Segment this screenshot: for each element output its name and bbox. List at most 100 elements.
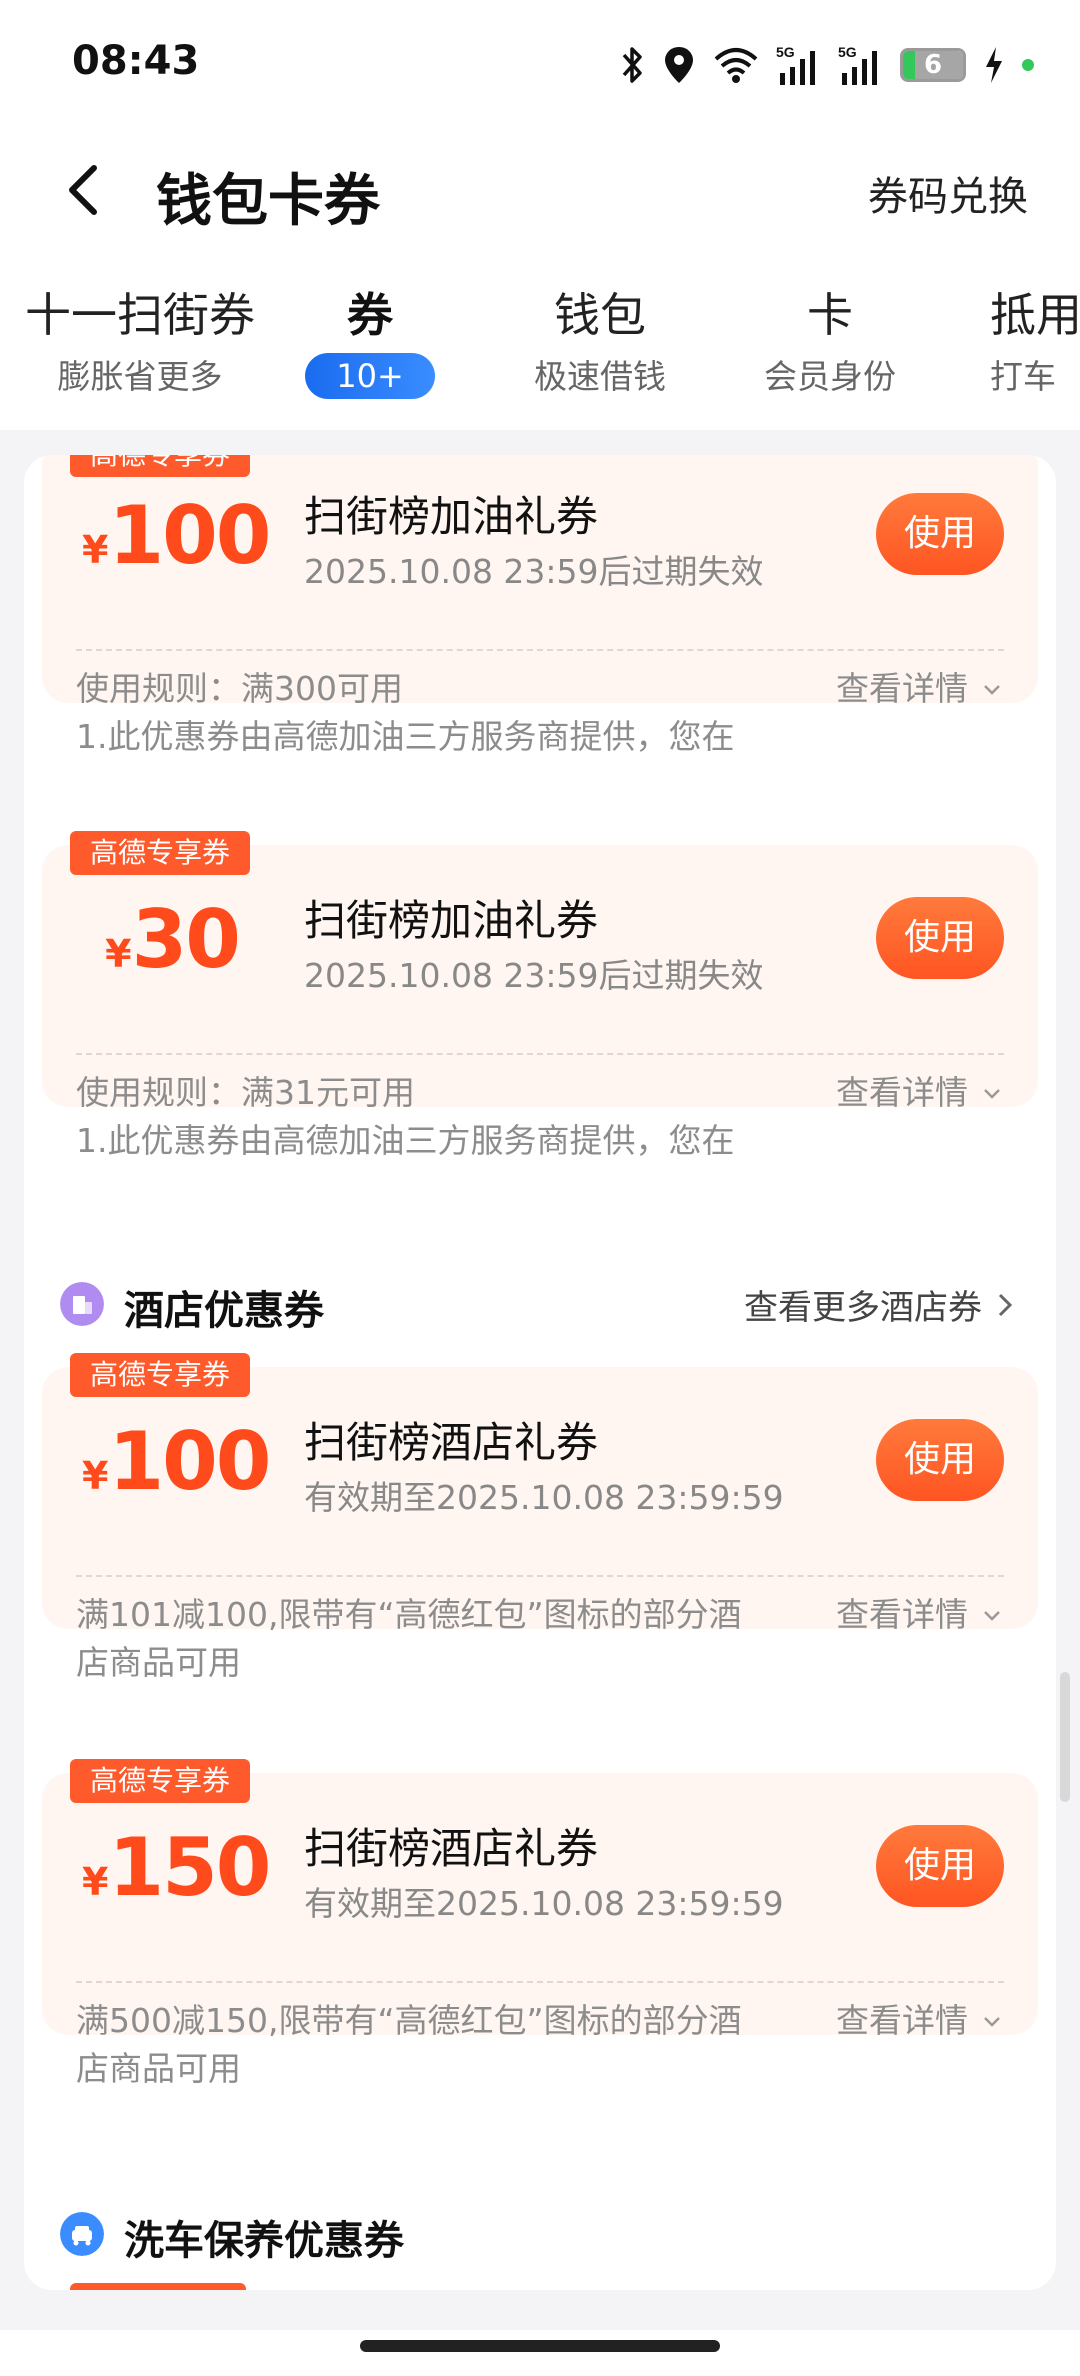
coupon-card: 高德专享券 ¥100 扫街榜酒店礼券 有效期至2025.10.08 23:59:… bbox=[42, 1353, 1038, 1682]
tab-card[interactable]: 卡 会员身份 bbox=[750, 285, 910, 399]
tab-sub: 打车 bbox=[990, 357, 1056, 396]
redeem-code-button[interactable]: 券码兑换 bbox=[868, 164, 1028, 222]
coupon-tag-partial bbox=[70, 2283, 246, 2290]
tab-sub: 极速借钱 bbox=[534, 357, 666, 396]
view-detail-button[interactable]: 查看详情 bbox=[836, 1591, 1004, 1639]
svg-text:5G: 5G bbox=[838, 44, 857, 60]
coupon-rule: 使用规则：满300可用 1.此优惠券由高德加油三方服务商提供，您在 bbox=[76, 665, 776, 761]
detail-label: 查看详情 bbox=[836, 1595, 968, 1634]
coupon-expire: 2025.10.08 23:59后过期失效 bbox=[304, 552, 764, 591]
use-button[interactable]: 使用 bbox=[876, 1825, 1004, 1907]
coupon-card: 高德专享券 ¥100 扫街榜加油礼券 2025.10.08 23:59后过期失效… bbox=[42, 455, 1038, 756]
coupon-amount: 30 bbox=[131, 893, 241, 986]
currency-symbol: ¥ bbox=[82, 528, 109, 572]
tab-voucher[interactable]: 抵用 打车 bbox=[990, 285, 1080, 399]
status-bar: 08:43 5G 5G 6 bbox=[0, 0, 1080, 130]
divider bbox=[76, 649, 1004, 651]
coupon-title: 扫街榜酒店礼券 bbox=[304, 1418, 599, 1467]
coupon-list[interactable]: 高德专享券 ¥100 扫街榜加油礼券 2025.10.08 23:59后过期失效… bbox=[24, 455, 1056, 2290]
tab-coupon[interactable]: 券 10+ bbox=[300, 285, 440, 399]
coupon-tag: 高德专享券 bbox=[70, 1353, 251, 1397]
currency-symbol: ¥ bbox=[105, 932, 132, 976]
divider bbox=[76, 1981, 1004, 1983]
coupon-amount: 100 bbox=[108, 1415, 271, 1508]
rule-line: 使用规则：满31元可用 bbox=[76, 1073, 415, 1112]
coupon-title: 扫街榜加油礼券 bbox=[304, 896, 599, 945]
view-detail-button[interactable]: 查看详情 bbox=[836, 1069, 1004, 1117]
rule-line: 1.此优惠券由高德加油三方服务商提供，您在 bbox=[76, 717, 735, 756]
view-detail-button[interactable]: 查看详情 bbox=[836, 665, 1004, 713]
divider bbox=[76, 1053, 1004, 1055]
coupon-rule: 满500减150,限带有“高德红包”图标的部分酒 店商品可用 bbox=[76, 1997, 776, 2093]
coupon-tag: 高德专享券 bbox=[70, 1759, 251, 1803]
hotel-section-header: 酒店优惠券 查看更多酒店券 bbox=[42, 1270, 1038, 1340]
detail-label: 查看详情 bbox=[836, 2001, 968, 2040]
signal-5g-icon: 5G bbox=[776, 44, 815, 85]
tab-label: 卡 bbox=[807, 288, 853, 342]
rule-line: 1.此优惠券由高德加油三方服务商提供，您在 bbox=[76, 1121, 735, 1160]
view-more-hotel-button[interactable]: 查看更多酒店券 bbox=[744, 1280, 1016, 1329]
tab-street-coupon[interactable]: 十一扫街券 膨胀省更多 bbox=[24, 285, 256, 399]
section-title: 酒店优惠券 bbox=[124, 1288, 324, 1334]
signal-5g-icon: 5G bbox=[838, 44, 877, 85]
coupon-expire: 2025.10.08 23:59后过期失效 bbox=[304, 956, 764, 995]
location-icon bbox=[665, 47, 693, 83]
rule-line: 店商品可用 bbox=[76, 2049, 241, 2088]
tab-label: 十一扫街券 bbox=[25, 288, 255, 342]
coupon-card: 高德专享券 ¥30 扫街榜加油礼券 2025.10.08 23:59后过期失效 … bbox=[42, 831, 1038, 1160]
bluetooth-icon bbox=[622, 47, 642, 83]
scrollbar[interactable] bbox=[1060, 1672, 1070, 1802]
header: 钱包卡券 券码兑换 bbox=[0, 140, 1080, 240]
more-label: 查看更多酒店券 bbox=[744, 1288, 982, 1328]
category-tabs: 十一扫街券 膨胀省更多 券 10+ 钱包 极速借钱 卡 会员身份 抵用 打车 bbox=[0, 285, 1080, 415]
coupon-price: ¥100 bbox=[82, 1415, 271, 1508]
battery-icon: 6 bbox=[900, 48, 966, 82]
chevron-down-icon bbox=[984, 685, 1000, 695]
currency-symbol: ¥ bbox=[82, 1860, 109, 1904]
tab-wallet[interactable]: 钱包 极速借钱 bbox=[520, 285, 680, 399]
coupon-amount: 100 bbox=[108, 489, 271, 582]
coupon-title: 扫街榜酒店礼券 bbox=[304, 1824, 599, 1873]
battery-level: 6 bbox=[923, 50, 943, 80]
svg-text:5G: 5G bbox=[776, 44, 795, 60]
tab-label: 钱包 bbox=[554, 288, 646, 342]
coupon-price: ¥150 bbox=[82, 1821, 271, 1914]
coupon-amount: 150 bbox=[108, 1821, 271, 1914]
currency-symbol: ¥ bbox=[82, 1454, 109, 1498]
wifi-icon bbox=[714, 48, 758, 83]
rule-line: 使用规则：满300可用 bbox=[76, 669, 403, 708]
home-indicator[interactable] bbox=[360, 2340, 720, 2352]
coupon-price: ¥30 bbox=[82, 893, 262, 986]
rule-line: 店商品可用 bbox=[76, 1643, 241, 1682]
car-wash-icon bbox=[60, 2212, 104, 2256]
chevron-down-icon bbox=[984, 1611, 1000, 1621]
detail-label: 查看详情 bbox=[836, 669, 968, 708]
chevron-down-icon bbox=[984, 1089, 1000, 1099]
chevron-down-icon bbox=[984, 2017, 1000, 2027]
rule-line: 满101减100,限带有“高德红包”图标的部分酒 bbox=[76, 1595, 742, 1634]
use-button[interactable]: 使用 bbox=[876, 897, 1004, 979]
status-icons: 5G 5G 6 bbox=[618, 40, 1034, 90]
tab-label: 券 bbox=[347, 288, 393, 342]
use-button[interactable]: 使用 bbox=[876, 493, 1004, 575]
charging-icon bbox=[986, 47, 1002, 83]
coupon-rule: 使用规则：满31元可用 1.此优惠券由高德加油三方服务商提供，您在 bbox=[76, 1069, 776, 1165]
hotel-icon bbox=[60, 1282, 104, 1326]
back-icon[interactable] bbox=[56, 160, 116, 220]
carwash-section-header: 洗车保养优惠券 bbox=[42, 2200, 1038, 2270]
coupon-tag: 高德专享券 bbox=[70, 831, 251, 875]
divider bbox=[76, 1575, 1004, 1577]
coupon-expire: 有效期至2025.10.08 23:59:59 bbox=[304, 1884, 784, 1923]
page-title: 钱包卡券 bbox=[156, 169, 380, 234]
coupon-rule: 满101减100,限带有“高德红包”图标的部分酒 店商品可用 bbox=[76, 1591, 776, 1687]
coupon-expire: 有效期至2025.10.08 23:59:59 bbox=[304, 1478, 784, 1517]
use-button[interactable]: 使用 bbox=[876, 1419, 1004, 1501]
view-detail-button[interactable]: 查看详情 bbox=[836, 1997, 1004, 2045]
coupon-card: 高德专享券 ¥150 扫街榜酒店礼券 有效期至2025.10.08 23:59:… bbox=[42, 1759, 1038, 2088]
detail-label: 查看详情 bbox=[836, 1073, 968, 1112]
tab-count-badge: 10+ bbox=[305, 353, 435, 399]
tab-sub: 膨胀省更多 bbox=[57, 357, 223, 396]
coupon-title: 扫街榜加油礼券 bbox=[304, 492, 599, 541]
coupon-price: ¥100 bbox=[82, 489, 271, 582]
section-title: 洗车保养优惠券 bbox=[124, 2218, 404, 2264]
